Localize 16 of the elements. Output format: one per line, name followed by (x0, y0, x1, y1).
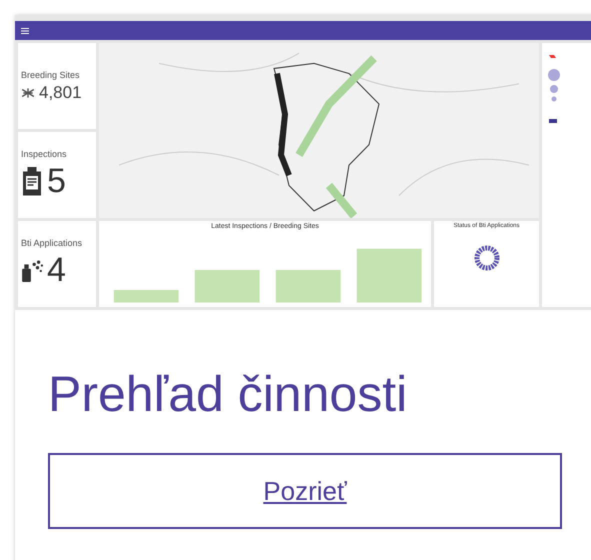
indicator-label: Bti Applications (21, 238, 84, 248)
chart-bar (194, 270, 260, 302)
menu-icon[interactable] (21, 28, 29, 34)
indicator-label: Inspections (21, 149, 68, 159)
mosquito-icon (21, 86, 35, 100)
indicator-label: Breeding Sites (21, 70, 81, 80)
chart-bar (114, 290, 179, 302)
indicator-value: 5 (47, 162, 66, 201)
card-title: Prehľad činnosti (48, 365, 408, 423)
clipboard-icon (21, 166, 43, 196)
chart-bar (356, 248, 422, 302)
chart-bar (276, 270, 341, 302)
indicator-value: 4,801 (39, 82, 82, 102)
view-button[interactable]: Pozrieť (48, 453, 562, 529)
donut-chart (472, 243, 502, 273)
indicator-value: 4 (47, 251, 66, 290)
